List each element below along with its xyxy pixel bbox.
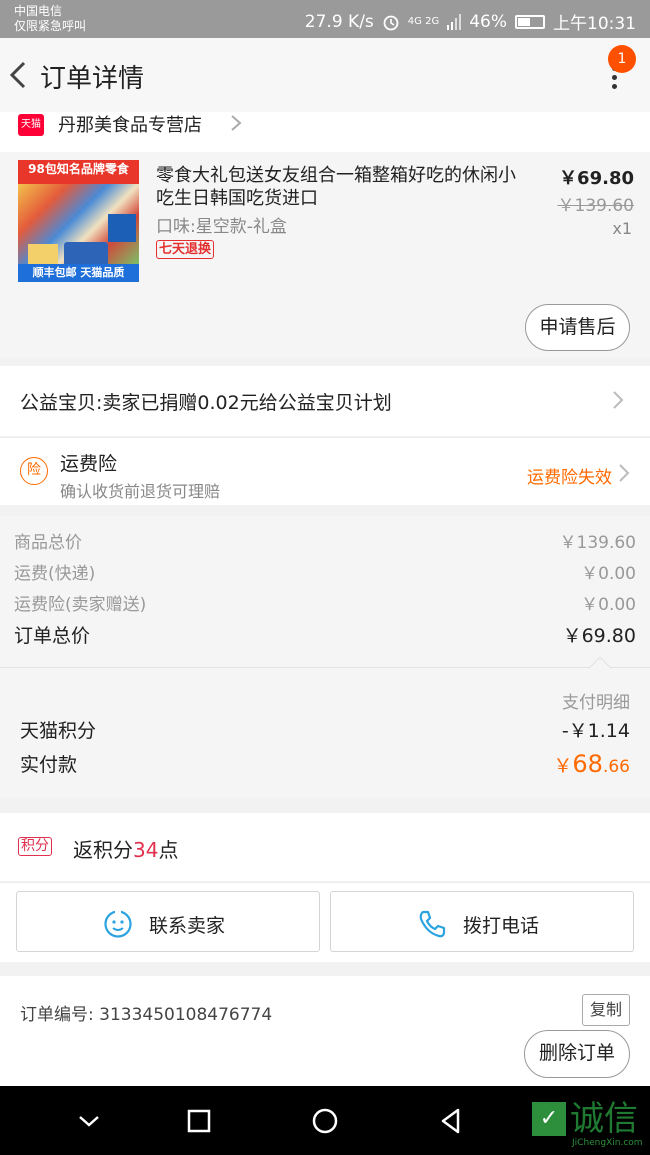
paid-decimal: .66 bbox=[602, 757, 630, 777]
tmall-points-label: 天猫积分 bbox=[20, 720, 97, 742]
notification-badge: 1 bbox=[608, 45, 636, 73]
chevron-right-icon bbox=[613, 391, 624, 409]
signal-icon bbox=[447, 13, 462, 30]
summary-label: 运费(快递) bbox=[14, 564, 96, 584]
points-reward-text: 返积分34点 bbox=[73, 834, 178, 863]
app-header: 订单详情 1 bbox=[0, 38, 650, 112]
summary-row-insurance: 运费险(卖家赠送) ￥0.00 bbox=[14, 590, 636, 615]
after-sale-button[interactable]: 申请售后 bbox=[525, 304, 630, 351]
network-speed: 27.9 K/s bbox=[304, 11, 374, 32]
tmall-points-row: 天猫积分 -￥1.14 bbox=[20, 716, 630, 743]
seven-day-return-tag: 七天退换 bbox=[156, 240, 215, 259]
hide-keyboard-icon[interactable] bbox=[74, 1106, 104, 1136]
order-info: 订单编号: 3133450108476774 复制 删除订单 bbox=[0, 976, 650, 1086]
points-prefix: 返积分 bbox=[73, 838, 133, 862]
product-thumbnail[interactable]: 98包知名品牌零食 顺丰包邮 天猫品质 bbox=[18, 160, 139, 282]
thumbnail-headline: 98包知名品牌零食 bbox=[18, 160, 139, 184]
page-title: 订单详情 bbox=[40, 64, 145, 94]
alarm-icon bbox=[383, 15, 399, 30]
chevron-right-icon bbox=[231, 115, 242, 131]
charity-text: 公益宝贝:卖家已捐赠0.02元给公益宝贝计划 bbox=[20, 392, 392, 414]
store-name[interactable]: 丹那美食品专营店 bbox=[58, 111, 202, 137]
summary-label: 商品总价 bbox=[14, 533, 82, 553]
summary-value: ￥139.60 bbox=[559, 533, 636, 553]
snack-packages-graphic bbox=[18, 184, 139, 282]
summary-value: ￥0.00 bbox=[581, 564, 636, 584]
watermark-url: JiChengXin.com bbox=[572, 1138, 643, 1148]
insurance-icon: 险 bbox=[20, 457, 48, 485]
points-number: 34 bbox=[133, 838, 159, 862]
store-row[interactable]: 天猫 丹那美食品专营店 bbox=[0, 112, 650, 152]
contact-seller-label: 联系卖家 bbox=[149, 915, 226, 937]
product-variant: 口味:星空款-礼盒 bbox=[156, 217, 287, 237]
contact-seller-button[interactable]: 联系卖家 bbox=[16, 891, 320, 952]
product-original-price: ￥139.60 bbox=[557, 196, 634, 216]
thumbnail-footer: 顺丰包邮 天猫品质 bbox=[18, 264, 139, 282]
product-item[interactable]: 98包知名品牌零食 顺丰包邮 天猫品质 零食大礼包送女友组合一箱整箱好吃的休闲小… bbox=[0, 152, 650, 358]
phone-icon bbox=[419, 910, 446, 938]
summary-value: ￥0.00 bbox=[581, 595, 636, 615]
product-name[interactable]: 零食大礼包送女友组合一箱整箱好吃的休闲小吃生日韩国吃货进口 bbox=[156, 164, 516, 210]
points-suffix: 点 bbox=[158, 838, 179, 862]
system-nav-bar: ✓ 诚信 JiChengXin.com bbox=[0, 1086, 650, 1155]
status-bar: 中国电信 仅限紧急呼叫 27.9 K/s 4G 2G 46% 上午10:31 bbox=[0, 0, 650, 38]
delete-order-button[interactable]: 删除订单 bbox=[524, 1030, 630, 1078]
product-price: ￥69.80 bbox=[559, 168, 634, 189]
paid-integer: 68 bbox=[572, 750, 603, 778]
order-total-value: ￥69.80 bbox=[562, 625, 636, 647]
recent-apps-icon[interactable] bbox=[184, 1106, 214, 1136]
order-number: 订单编号: 3133450108476774 bbox=[20, 1005, 273, 1025]
copy-button[interactable]: 复制 bbox=[582, 994, 630, 1026]
amount-paid-value: ￥68.66 bbox=[553, 750, 630, 778]
summary-row-shipping: 运费(快递) ￥0.00 bbox=[14, 559, 636, 584]
battery-icon bbox=[515, 14, 545, 29]
price-summary: 商品总价 ￥139.60 运费(快递) ￥0.00 运费险(卖家赠送) ￥0.0… bbox=[0, 516, 650, 668]
charity-row[interactable]: 公益宝贝:卖家已捐赠0.02元给公益宝贝计划 bbox=[0, 366, 650, 436]
call-phone-button[interactable]: 拨打电话 bbox=[330, 891, 634, 952]
order-total-label: 订单总价 bbox=[14, 625, 91, 647]
battery-percent: 46% bbox=[469, 11, 507, 32]
insurance-subtitle: 确认收货前退货可理赔 bbox=[60, 482, 221, 501]
chevron-right-icon bbox=[619, 464, 630, 482]
carrier-info: 中国电信 仅限紧急呼叫 bbox=[14, 4, 86, 34]
network-type: 4G 2G bbox=[407, 15, 440, 27]
tmall-points-value: -￥1.14 bbox=[561, 720, 630, 742]
back-arrow-icon[interactable] bbox=[6, 60, 32, 90]
emergency-only: 仅限紧急呼叫 bbox=[14, 19, 87, 33]
call-phone-label: 拨打电话 bbox=[463, 915, 540, 937]
paid-currency: ￥ bbox=[553, 755, 573, 777]
status-right: 27.9 K/s 4G 2G 46% 上午10:31 bbox=[304, 9, 636, 35]
summary-row-goods: 商品总价 ￥139.60 bbox=[14, 528, 636, 553]
clock: 上午10:31 bbox=[553, 14, 636, 34]
watermark-brand: 诚信 bbox=[570, 1099, 638, 1139]
home-icon[interactable] bbox=[310, 1106, 340, 1136]
product-quantity: x1 bbox=[612, 219, 632, 238]
insurance-status[interactable]: 运费险失效 bbox=[527, 463, 612, 488]
points-tag: 积分 bbox=[18, 837, 52, 856]
amount-paid-row: 实付款 ￥68.66 bbox=[20, 750, 630, 778]
points-reward-row: 积分 返积分34点 bbox=[0, 813, 650, 881]
shipping-insurance-row[interactable]: 险 运费险 确认收货前退货可理赔 运费险失效 bbox=[0, 437, 650, 505]
summary-row-total: 订单总价 ￥69.80 bbox=[14, 621, 636, 648]
back-icon[interactable] bbox=[436, 1106, 466, 1136]
watermark-logo: ✓ 诚信 JiChengXin.com bbox=[532, 1100, 650, 1148]
chat-bot-icon bbox=[104, 910, 132, 938]
payment-detail-link[interactable]: 支付明细 bbox=[562, 688, 630, 713]
payment-details: 支付明细 天猫积分 -￥1.14 实付款 ￥68.66 bbox=[0, 656, 650, 798]
carrier-name: 中国电信 bbox=[14, 4, 63, 18]
tmall-icon: 天猫 bbox=[18, 114, 44, 136]
watermark-icon: ✓ bbox=[532, 1102, 566, 1136]
contact-actions: 联系卖家 拨打电话 bbox=[0, 882, 650, 962]
summary-label: 运费险(卖家赠送) bbox=[14, 595, 147, 615]
insurance-title: 运费险 bbox=[60, 453, 118, 475]
amount-paid-label: 实付款 bbox=[20, 754, 78, 776]
